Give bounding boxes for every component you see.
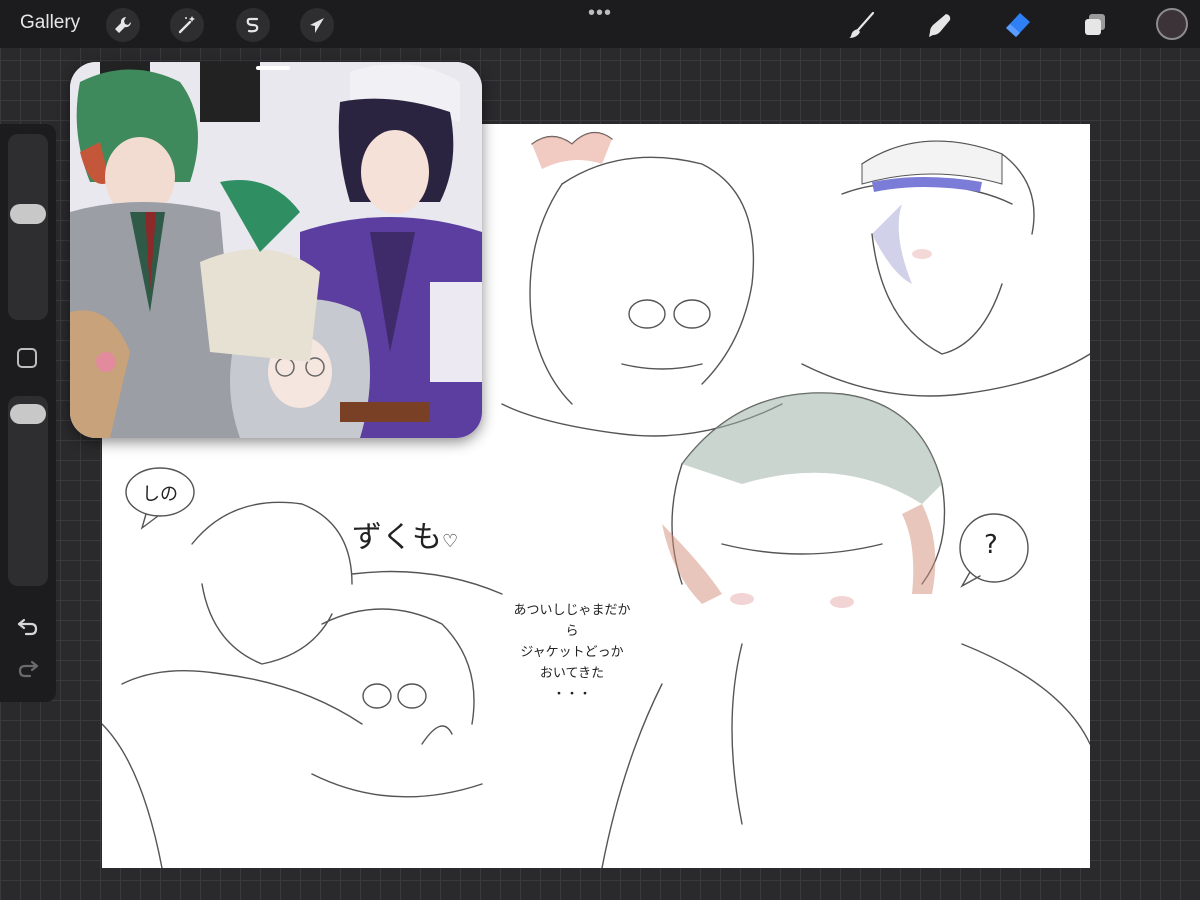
more-menu-dots[interactable]: ••• (588, 2, 612, 25)
undo-icon[interactable] (16, 614, 40, 638)
adjustments-button[interactable] (170, 8, 204, 42)
note-line: おいてきた (539, 666, 605, 681)
left-sidebar (0, 124, 56, 702)
magic-wand-icon (178, 16, 195, 34)
heart-glyph: ♡ (442, 531, 459, 552)
opacity-thumb[interactable] (10, 404, 46, 424)
wrench-icon (115, 16, 132, 33)
color-picker-button[interactable] (1156, 8, 1188, 40)
reference-image-window[interactable] (70, 62, 482, 438)
smudge-button[interactable] (922, 8, 956, 42)
layers-icon (1085, 14, 1105, 35)
gallery-button[interactable]: Gallery (20, 12, 80, 34)
question-mark-text: ? (984, 530, 998, 560)
smudge-icon (929, 14, 951, 37)
reference-illustration (70, 62, 482, 438)
note-line: ・・・ (552, 687, 592, 702)
selection-button[interactable] (236, 8, 270, 42)
speech-bubble-text: しの (142, 484, 178, 505)
selection-s-icon (246, 17, 259, 33)
top-toolbar: Gallery ••• (0, 0, 1200, 48)
square-icon[interactable] (17, 348, 37, 368)
brush-size-slider[interactable] (8, 134, 48, 320)
actions-button[interactable] (106, 8, 140, 42)
redo-icon[interactable] (16, 656, 40, 680)
opacity-slider[interactable] (8, 396, 48, 586)
name-label: ずくも (352, 520, 442, 555)
layers-button[interactable] (1078, 8, 1112, 42)
brush-size-thumb[interactable] (10, 204, 46, 224)
character-name-text: ずくも♡ (352, 512, 458, 556)
eraser-button[interactable] (1000, 8, 1034, 42)
brush-icon (849, 11, 875, 38)
eraser-icon (1006, 13, 1030, 37)
arrow-cursor-icon (310, 18, 324, 33)
paint-brush-button[interactable] (844, 8, 878, 42)
handwritten-note: あついしじゃまだから ジャケットどっか おいてきた ・・・ (512, 600, 632, 705)
note-line: あついしじゃまだから (513, 603, 631, 639)
transform-button[interactable] (300, 8, 334, 42)
reference-window-handle[interactable] (256, 66, 290, 70)
note-line: ジャケットどっか (520, 645, 624, 660)
